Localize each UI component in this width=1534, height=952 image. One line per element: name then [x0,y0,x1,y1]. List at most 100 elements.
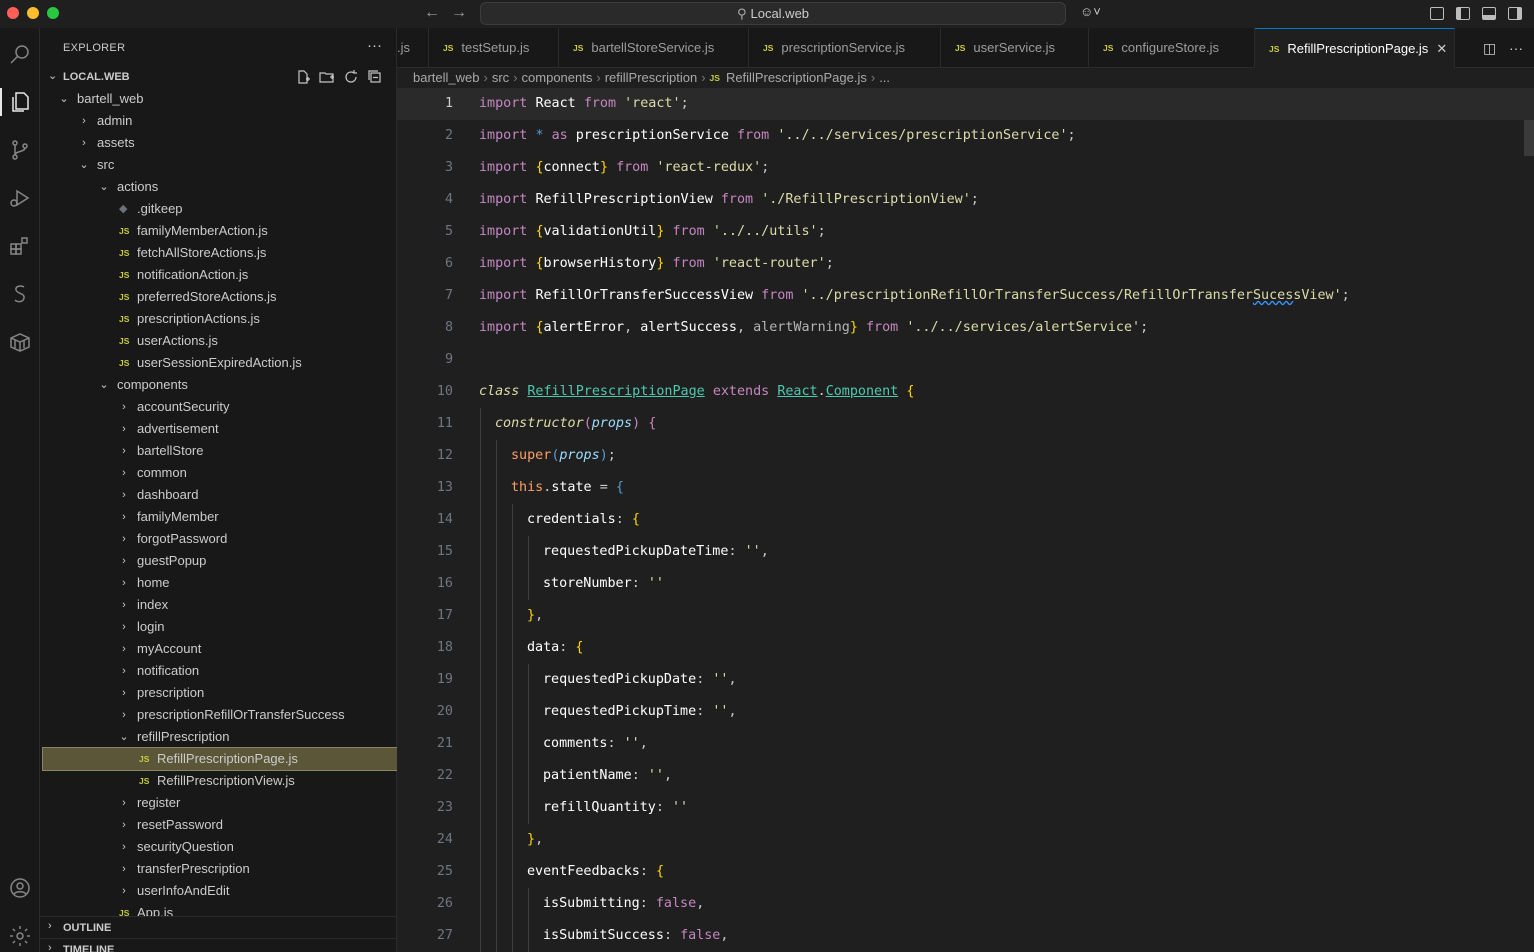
more-actions-icon[interactable]: ··· [1509,40,1523,56]
tree-folder[interactable]: › prescription [43,682,397,704]
tree-folder[interactable]: › transferPrescription [43,858,397,880]
tree-file[interactable]: ◆ .gitkeep [43,198,397,220]
tree-folder[interactable]: › bartellStore [43,440,397,462]
code-line[interactable]: 5 import {validationUtil} from '../../uti… [397,216,1534,248]
tree-folder[interactable]: › prescriptionRefillOrTransferSuccess [43,704,397,726]
tree-folder[interactable]: › notification [43,660,397,682]
code-line[interactable]: 13 this.state = { [397,472,1534,504]
code-line[interactable]: 18 data: { [397,632,1534,664]
code-line[interactable]: 1 import React from 'react'; [397,88,1534,120]
outline-section-header[interactable]: › OUTLINE [40,916,397,938]
copilot-icon[interactable]: ☺˅ [1080,4,1101,19]
tree-file[interactable]: JS App.js [43,902,397,916]
tree-folder[interactable]: › accountSecurity [43,396,397,418]
containers-icon[interactable] [0,322,40,362]
settings-gear-icon[interactable] [0,916,40,952]
run-debug-icon[interactable] [0,178,40,218]
tree-file[interactable]: JS prescriptionActions.js [43,308,397,330]
tree-folder[interactable]: › register [43,792,397,814]
tree-folder[interactable]: ⌄ src [43,154,397,176]
tree-folder[interactable]: ⌄ refillPrescription [43,726,397,748]
tree-folder[interactable]: › securityQuestion [43,836,397,858]
code-line[interactable]: 14 credentials: { [397,504,1534,536]
collapse-all-icon[interactable] [367,69,383,85]
more-actions-icon[interactable]: ··· [367,37,382,54]
code-line[interactable]: 11 constructor(props) { [397,408,1534,440]
code-line[interactable]: 12 super(props); [397,440,1534,472]
close-tab-icon[interactable]: ✕ [1436,41,1447,56]
editor-tab[interactable]: .js [385,28,429,68]
tree-folder[interactable]: › userInfoAndEdit [43,880,397,902]
code-line[interactable]: 7 import RefillOrTransferSuccessView from… [397,280,1534,312]
explorer-icon[interactable] [0,82,40,122]
code-line[interactable]: 15 requestedPickupDateTime: '', [397,536,1534,568]
code-line[interactable]: 27 isSubmitSuccess: false, [397,920,1534,952]
maximize-window-button[interactable] [47,7,59,19]
breadcrumb-item[interactable]: refillPrescription [605,70,697,85]
tree-folder[interactable]: › login [43,616,397,638]
tree-folder[interactable]: › myAccount [43,638,397,660]
editor-tab[interactable]: JS prescriptionService.js [749,28,941,68]
code-line[interactable]: 23 refillQuantity: '' [397,792,1534,824]
back-arrow-icon[interactable]: ← [424,4,440,22]
tree-file[interactable]: JS fetchAllStoreActions.js [43,242,397,264]
code-line[interactable]: 6 import {browserHistory} from 'react-rou… [397,248,1534,280]
command-center-search[interactable]: ⚲ Local.web [480,2,1066,25]
tree-file[interactable]: JS preferredStoreActions.js [43,286,397,308]
minimize-window-button[interactable] [27,7,39,19]
toggle-panel-icon[interactable] [1482,7,1496,20]
toggle-primary-sidebar-icon[interactable] [1456,7,1470,20]
tree-folder[interactable]: › admin [43,110,397,132]
customize-layout-icon[interactable] [1430,7,1444,20]
tree-folder[interactable]: › familyMember [43,506,397,528]
editor-tab[interactable]: JS bartellStoreService.js [559,28,749,68]
tree-folder[interactable]: › resetPassword [43,814,397,836]
code-line[interactable]: 21 comments: '', [397,728,1534,760]
tree-folder[interactable]: ⌄ components [43,374,397,396]
close-window-button[interactable] [7,7,19,19]
breadcrumb-item[interactable]: components [522,70,593,85]
code-line[interactable]: 19 requestedPickupDate: '', [397,664,1534,696]
new-file-icon[interactable] [295,69,311,85]
tree-folder[interactable]: › common [43,462,397,484]
code-line[interactable]: 2 import * as prescriptionService from '.… [397,120,1534,152]
tree-file[interactable]: JS notificationAction.js [43,264,397,286]
tree-file[interactable]: JS userSessionExpiredAction.js [43,352,397,374]
snyk-icon[interactable] [0,274,40,314]
code-line[interactable]: 20 requestedPickupTime: '', [397,696,1534,728]
editor-tab[interactable]: JS userService.js [941,28,1089,68]
tree-folder[interactable]: ⌄ bartell_web [43,88,397,110]
tree-folder[interactable]: ⌄ actions [43,176,397,198]
code-line[interactable]: 25 eventFeedbacks: { [397,856,1534,888]
breadcrumb-item[interactable]: RefillPrescriptionPage.js [726,70,867,85]
tree-file[interactable]: JS userActions.js [43,330,397,352]
editor-tab[interactable]: JS RefillPrescriptionPage.js ✕ [1255,28,1455,68]
tree-folder[interactable]: › assets [43,132,397,154]
new-folder-icon[interactable] [319,69,335,85]
accounts-icon[interactable] [0,868,40,908]
tree-folder[interactable]: › forgotPassword [43,528,397,550]
extensions-icon[interactable] [0,226,40,266]
tree-folder[interactable]: › guestPopup [43,550,397,572]
code-editor[interactable]: 1 import React from 'react'; 2 import * as … [397,88,1534,952]
code-line[interactable]: 26 isSubmitting: false, [397,888,1534,920]
code-line[interactable]: 10 class RefillPrescriptionPage extends R… [397,376,1534,408]
tree-file[interactable]: JS familyMemberAction.js [43,220,397,242]
code-line[interactable]: 24}, [397,824,1534,856]
tree-folder[interactable]: › index [43,594,397,616]
code-line[interactable]: 17}, [397,600,1534,632]
code-line[interactable]: 16 storeNumber: '' [397,568,1534,600]
tree-folder[interactable]: › dashboard [43,484,397,506]
code-line[interactable]: 22 patientName: '', [397,760,1534,792]
timeline-section-header[interactable]: › TIMELINE [40,938,397,952]
code-line[interactable]: 4 import RefillPrescriptionView from './R… [397,184,1534,216]
editor-tab[interactable]: JS configureStore.js [1089,28,1255,68]
editor-tab[interactable]: JS testSetup.js [429,28,559,68]
source-control-icon[interactable] [0,130,40,170]
code-line[interactable]: 3 import {connect} from 'react-redux'; [397,152,1534,184]
refresh-icon[interactable] [343,69,359,85]
breadcrumb-item[interactable]: ... [879,70,890,85]
tree-file[interactable]: JS RefillPrescriptionPage.js [42,747,397,771]
tree-folder[interactable]: › home [43,572,397,594]
split-editor-icon[interactable]: ◫ [1483,40,1496,57]
